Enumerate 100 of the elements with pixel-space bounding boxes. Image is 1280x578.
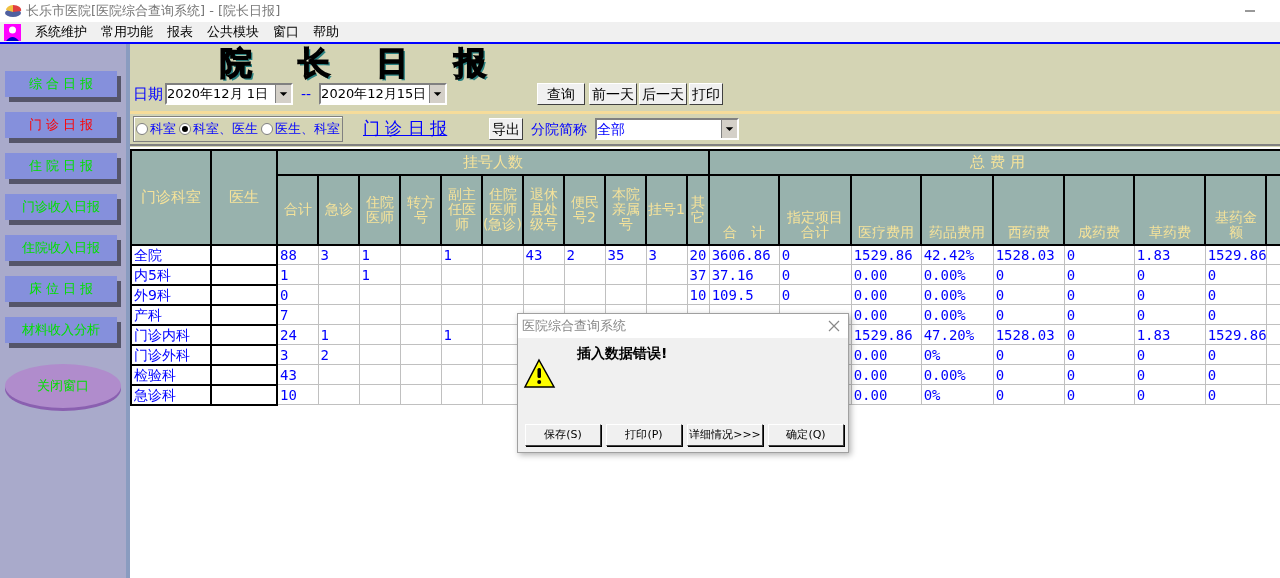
- table-cell: 0: [1064, 364, 1135, 385]
- table-cell: 1528.03: [993, 324, 1065, 345]
- table-cell: 1: [441, 244, 482, 265]
- table-cell: 门诊外科: [131, 344, 211, 365]
- table-cell: 10: [687, 284, 710, 305]
- table-cell: 2: [318, 344, 359, 365]
- table-cell: 0: [993, 264, 1065, 285]
- branch-select[interactable]: 全部: [595, 118, 740, 140]
- table-cell: 88: [277, 244, 318, 265]
- toolbar-button[interactable]: 查询: [537, 83, 586, 105]
- dialog-button[interactable]: 详细情况>>>: [687, 424, 763, 446]
- radio-button[interactable]: [179, 123, 191, 135]
- table-cell: 1: [441, 324, 482, 345]
- table-cell: 0: [993, 364, 1065, 385]
- column-header: 退休县处级号: [523, 174, 564, 245]
- table-cell: 0: [779, 264, 852, 285]
- table-cell: 门诊内科: [131, 324, 211, 345]
- column-group-header: 总 费 用: [709, 150, 1280, 175]
- table-cell: 外9科: [131, 284, 211, 305]
- menu-item[interactable]: 系统维护: [35, 22, 87, 42]
- column-header: 医生: [211, 150, 277, 245]
- table-cell: 0: [1064, 384, 1135, 405]
- column-header: 副主任医师: [441, 174, 482, 245]
- table-cell: 0.00: [851, 304, 922, 325]
- toolbar-button[interactable]: 打印: [689, 83, 724, 105]
- table-cell: 0: [1064, 324, 1135, 345]
- table-cell: 0: [1205, 344, 1267, 365]
- menu-item[interactable]: 报表: [167, 22, 193, 42]
- table-cell: 产科: [131, 304, 211, 325]
- start-date-field[interactable]: 2020年12月 1日: [165, 83, 293, 105]
- column-header: 门诊科室: [131, 150, 211, 245]
- table-cell: 0.00%: [921, 264, 994, 285]
- dialog-button[interactable]: 打印(P): [606, 424, 682, 446]
- table-cell: 0: [1064, 344, 1135, 365]
- table-cell: 0: [277, 284, 318, 305]
- column-header: 便民号2: [564, 174, 605, 245]
- table-cell: 0: [993, 284, 1065, 305]
- export-button[interactable]: 导出: [489, 118, 524, 140]
- table-cell: 0: [993, 304, 1065, 325]
- date-label: 日期: [133, 83, 163, 105]
- table-cell: 43: [523, 244, 564, 265]
- report-link[interactable]: 门 诊 日 报: [363, 116, 448, 142]
- table-cell: 3606.86: [709, 244, 780, 265]
- end-date-field[interactable]: 2020年12月15日: [319, 83, 448, 105]
- table-cell: 0%: [921, 344, 994, 365]
- table-cell: 3: [318, 244, 359, 265]
- dropdown-caret-icon[interactable]: [275, 85, 291, 103]
- table-cell: 1: [277, 264, 318, 285]
- branch-label: 分院简称: [531, 119, 588, 139]
- column-header: 成药费: [1064, 174, 1135, 245]
- menu-item[interactable]: 帮助: [313, 22, 339, 42]
- table-cell: 43: [277, 364, 318, 385]
- table-cell: 0.00: [851, 344, 922, 365]
- warning-icon: [523, 358, 557, 390]
- column-header: 挂号1: [646, 174, 687, 245]
- table-cell: 0.00: [851, 264, 922, 285]
- table-cell: 1529.86: [851, 244, 922, 265]
- table-cell: 109.5: [709, 284, 780, 305]
- column-header: 住院医师: [359, 174, 400, 245]
- menu-item[interactable]: 公共模块: [207, 22, 259, 42]
- table-cell: 1.83: [1134, 324, 1206, 345]
- radio-button[interactable]: [261, 123, 273, 135]
- table-cell: 0: [993, 344, 1065, 365]
- column-header: 草药费: [1134, 174, 1206, 245]
- column-header: 药品费用: [921, 174, 994, 245]
- column-header: 急诊: [318, 174, 359, 245]
- dialog-button[interactable]: 确定(Q): [768, 424, 844, 446]
- dialog-button[interactable]: 保存(S): [525, 424, 601, 446]
- menu-item[interactable]: 窗口: [273, 22, 299, 42]
- menu-item[interactable]: 常用功能: [101, 22, 153, 42]
- dialog-title: 医院综合查询系统: [522, 317, 627, 336]
- table-cell: 急诊科: [131, 384, 211, 405]
- app-menu-icon[interactable]: [4, 23, 21, 41]
- table-cell: 1: [359, 264, 400, 285]
- toolbar-button[interactable]: 后一天: [639, 83, 688, 105]
- table-cell: 0: [1134, 284, 1206, 305]
- radio-label: 医生、科室: [275, 120, 340, 139]
- table-cell: 内5科: [131, 264, 211, 285]
- table-cell: 0: [1064, 284, 1135, 305]
- column-header: 本院亲属号: [605, 174, 646, 245]
- radio-label: 科室、医生: [193, 120, 258, 139]
- radio-button[interactable]: [136, 123, 148, 135]
- dropdown-caret-icon[interactable]: [429, 85, 446, 103]
- table-cell: 10: [277, 384, 318, 405]
- column-group-header: 挂号人数: [277, 150, 710, 175]
- table-cell: 0: [1134, 264, 1206, 285]
- toolbar-button[interactable]: 前一天: [589, 83, 638, 105]
- dropdown-caret-icon[interactable]: [721, 120, 738, 138]
- table-cell: 0.00%: [921, 364, 994, 385]
- table-cell: 1529.86: [1205, 324, 1267, 345]
- table-cell: 0: [993, 384, 1065, 405]
- table-cell: 0: [1064, 264, 1135, 285]
- table-cell: 1: [359, 244, 400, 265]
- table-cell: 0: [1064, 244, 1135, 265]
- table-cell: 0%: [921, 384, 994, 405]
- window-title: 长乐市医院[医院综合查询系统] - [院长日报]: [26, 2, 281, 21]
- table-cell: 0: [1205, 264, 1267, 285]
- column-header: 合计: [277, 174, 318, 245]
- table-cell: 0.00: [851, 364, 922, 385]
- close-icon[interactable]: [828, 320, 840, 332]
